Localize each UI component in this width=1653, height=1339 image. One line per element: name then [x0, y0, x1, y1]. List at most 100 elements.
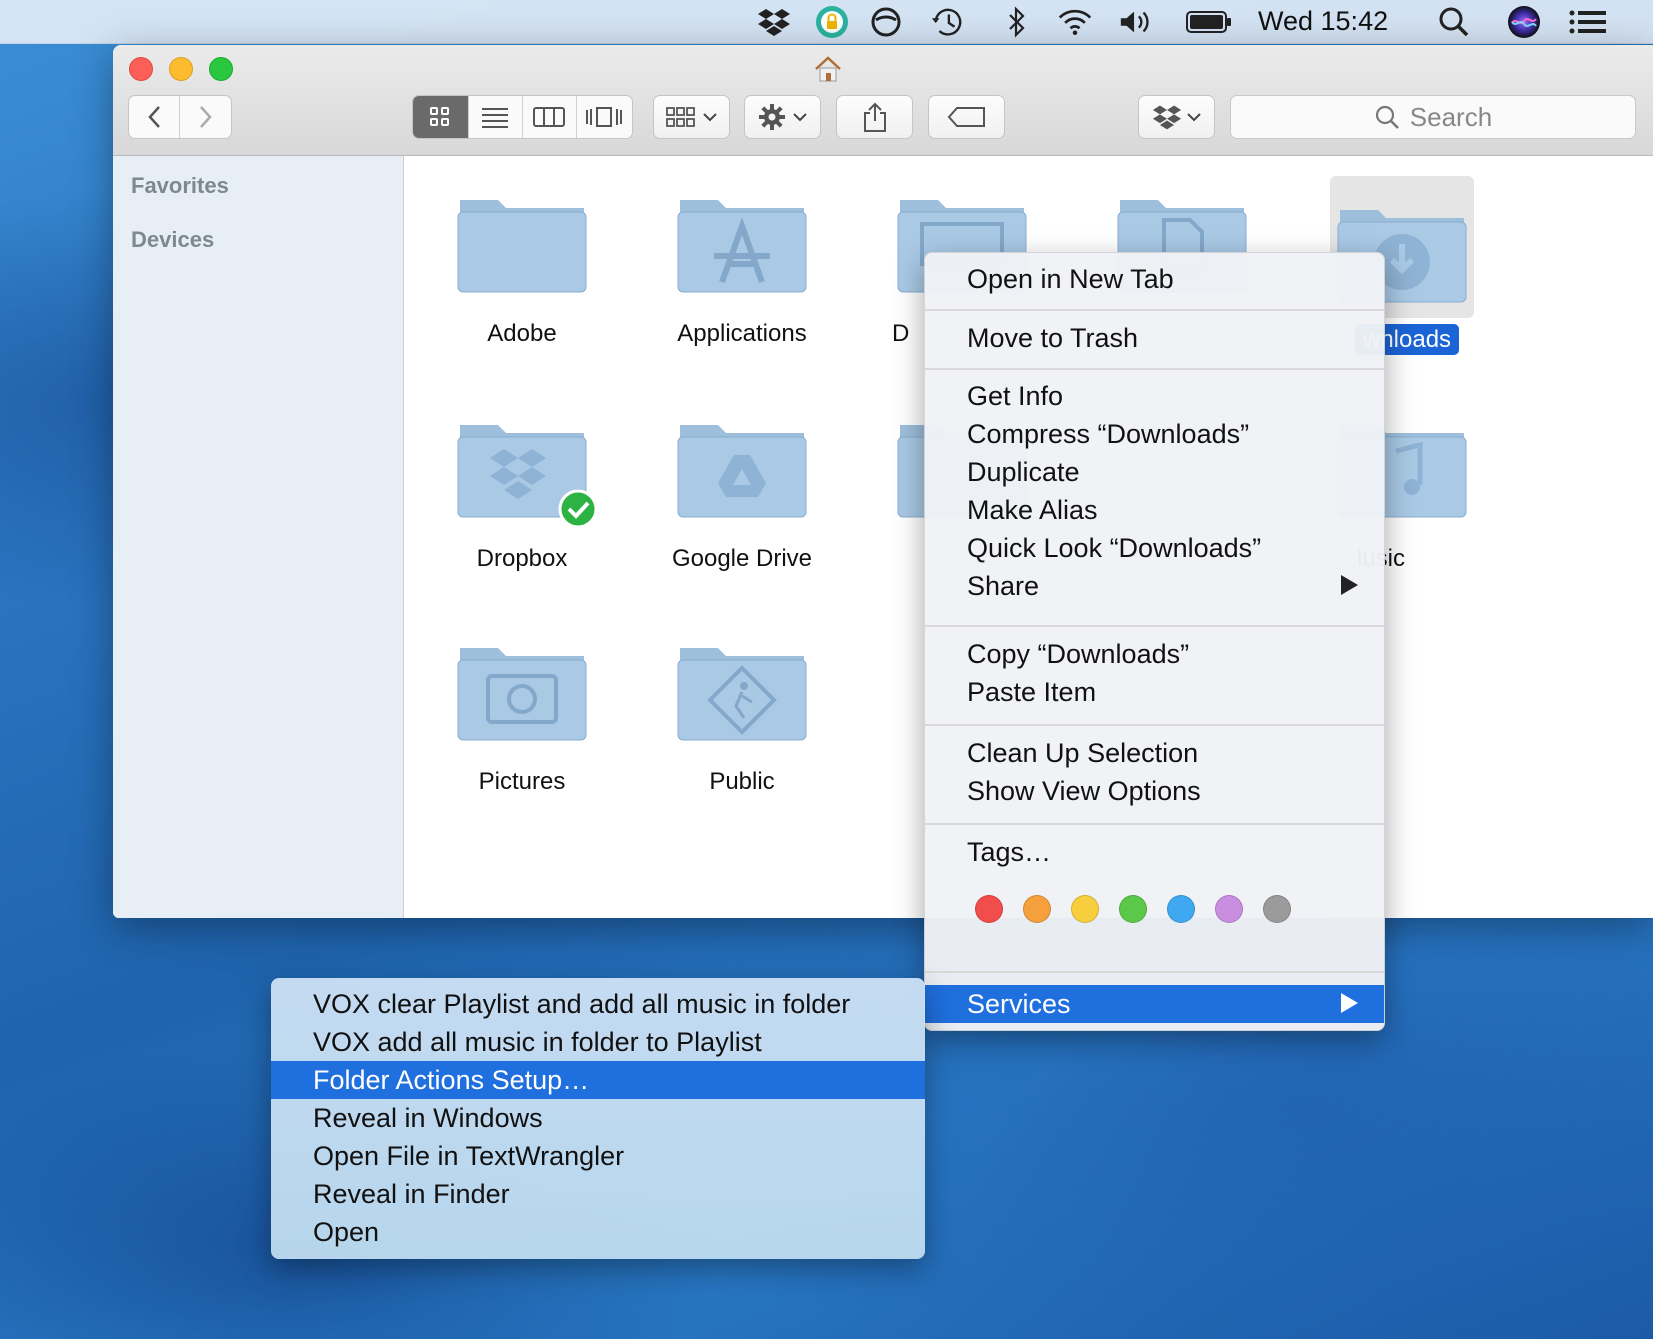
- menu-item-quick-look[interactable]: Quick Look “Downloads”: [925, 529, 1384, 567]
- google-drive-folder-icon: [672, 411, 812, 523]
- menu-item-paste-item[interactable]: Paste Item: [925, 673, 1384, 711]
- service-open[interactable]: Open: [271, 1213, 925, 1251]
- zoom-button[interactable]: [209, 57, 233, 81]
- menu-item-move-to-trash[interactable]: Move to Trash: [925, 319, 1384, 357]
- service-reveal-in-windows[interactable]: Reveal in Windows: [271, 1099, 925, 1137]
- circle-slash-icon[interactable]: [869, 5, 903, 39]
- dropbox-icon[interactable]: [757, 5, 791, 39]
- back-button[interactable]: [129, 96, 181, 138]
- time-machine-icon[interactable]: [930, 5, 964, 39]
- notification-center-icon[interactable]: [1568, 5, 1608, 39]
- service-open-in-textwrangler[interactable]: Open File in TextWrangler: [271, 1137, 925, 1175]
- tags-button[interactable]: [928, 95, 1005, 139]
- folder-label: Applications: [677, 320, 807, 347]
- folder-label: Google Drive: [671, 545, 813, 572]
- service-folder-actions-setup[interactable]: Folder Actions Setup…: [271, 1061, 925, 1099]
- folder-icon: [452, 186, 592, 298]
- spotlight-icon[interactable]: [1437, 5, 1471, 39]
- folder-google-drive[interactable]: Google Drive: [647, 411, 837, 573]
- pictures-folder-icon: [452, 634, 592, 746]
- sidebar-section-favorites[interactable]: Favorites: [131, 173, 229, 199]
- menu-separator: [925, 724, 1384, 726]
- window-toolbar: Search: [113, 45, 1653, 156]
- menu-item-make-alias[interactable]: Make Alias: [925, 491, 1384, 529]
- tag-gray-button[interactable]: [1263, 895, 1291, 923]
- folder-applications[interactable]: Applications: [647, 186, 837, 348]
- dropbox-icon: [1152, 105, 1181, 130]
- menu-item-get-info[interactable]: Get Info: [925, 377, 1384, 415]
- menubar-clock[interactable]: Wed 15:42: [1258, 6, 1388, 37]
- wifi-icon[interactable]: [1058, 5, 1092, 39]
- menu-item-clean-up-selection[interactable]: Clean Up Selection: [925, 734, 1384, 772]
- home-icon: [813, 55, 843, 88]
- close-button[interactable]: [129, 57, 153, 81]
- menu-item-copy[interactable]: Copy “Downloads”: [925, 635, 1384, 673]
- dropbox-folder-icon: [452, 411, 598, 529]
- folder-label: Public: [709, 768, 775, 795]
- menu-separator: [925, 971, 1384, 973]
- arrange-button[interactable]: [653, 95, 730, 139]
- menu-separator: [925, 625, 1384, 627]
- sidebar-section-devices[interactable]: Devices: [131, 227, 214, 253]
- search-placeholder: Search: [1409, 101, 1493, 132]
- menu-item-label: Share: [967, 570, 1040, 601]
- menu-item-share[interactable]: Share: [925, 567, 1384, 605]
- list-view-button[interactable]: [469, 96, 523, 138]
- chevron-down-icon: [792, 113, 807, 122]
- sidebar: Favorites Devices: [113, 156, 404, 918]
- icon-view-button[interactable]: [413, 96, 469, 138]
- tag-red-button[interactable]: [975, 895, 1003, 923]
- tag-blue-button[interactable]: [1167, 895, 1195, 923]
- search-icon: [1375, 105, 1399, 129]
- action-button[interactable]: [744, 95, 821, 139]
- menu-item-tags[interactable]: Tags…: [925, 833, 1384, 871]
- tag-yellow-button[interactable]: [1071, 895, 1099, 923]
- bluetooth-icon[interactable]: [1000, 5, 1034, 39]
- chevron-down-icon: [1186, 113, 1201, 122]
- search-field[interactable]: Search: [1230, 95, 1636, 139]
- battery-icon[interactable]: [1185, 5, 1233, 39]
- chevron-down-icon: [702, 113, 717, 122]
- menu-item-services[interactable]: Services: [925, 985, 1384, 1023]
- submenu-arrow-icon: [1341, 993, 1358, 1013]
- cover-flow-button[interactable]: [577, 96, 632, 138]
- folder-pictures[interactable]: Pictures: [427, 634, 617, 796]
- folder-adobe[interactable]: Adobe: [427, 186, 617, 348]
- column-view-button[interactable]: [523, 96, 577, 138]
- service-vox-add-to-playlist[interactable]: VOX add all music in folder to Playlist: [271, 1023, 925, 1061]
- submenu-arrow-icon: [1341, 575, 1358, 595]
- public-folder-icon: [672, 634, 812, 746]
- tag-orange-button[interactable]: [1023, 895, 1051, 923]
- vpn-lock-icon[interactable]: [815, 5, 849, 39]
- tag-green-button[interactable]: [1119, 895, 1147, 923]
- menu-item-duplicate[interactable]: Duplicate: [925, 453, 1384, 491]
- menu-item-compress[interactable]: Compress “Downloads”: [925, 415, 1384, 453]
- forward-button[interactable]: [180, 96, 231, 138]
- folder-label: Dropbox: [476, 545, 568, 572]
- sync-check-icon: [558, 489, 598, 529]
- menu-separator: [925, 823, 1384, 825]
- dropbox-toolbar-button[interactable]: [1138, 95, 1215, 139]
- folder-public[interactable]: Public: [647, 634, 837, 796]
- view-mode-control: [412, 95, 633, 139]
- menu-item-open-in-new-tab[interactable]: Open in New Tab: [925, 260, 1384, 298]
- gear-icon: [758, 104, 785, 130]
- service-reveal-in-finder[interactable]: Reveal in Finder: [271, 1175, 925, 1213]
- folder-label: Adobe: [487, 320, 557, 347]
- finder-window: Search Favorites Devices Adobe Applicati…: [113, 45, 1653, 918]
- service-vox-clear-and-add[interactable]: VOX clear Playlist and add all music in …: [271, 985, 925, 1023]
- tag-purple-button[interactable]: [1215, 895, 1243, 923]
- minimize-button[interactable]: [169, 57, 193, 81]
- share-icon: [863, 102, 886, 132]
- volume-icon[interactable]: [1118, 5, 1152, 39]
- tag-icon: [947, 107, 985, 127]
- menu-bar: Wed 15:42: [0, 0, 1653, 44]
- folder-dropbox[interactable]: Dropbox: [427, 411, 617, 573]
- siri-icon[interactable]: [1507, 5, 1541, 39]
- menu-item-show-view-options[interactable]: Show View Options: [925, 772, 1384, 810]
- menu-item-label: Services: [967, 988, 1071, 1019]
- applications-folder-icon: [672, 186, 812, 298]
- menu-separator: [925, 309, 1384, 311]
- folder-label: Pictures: [478, 768, 566, 795]
- share-button[interactable]: [836, 95, 913, 139]
